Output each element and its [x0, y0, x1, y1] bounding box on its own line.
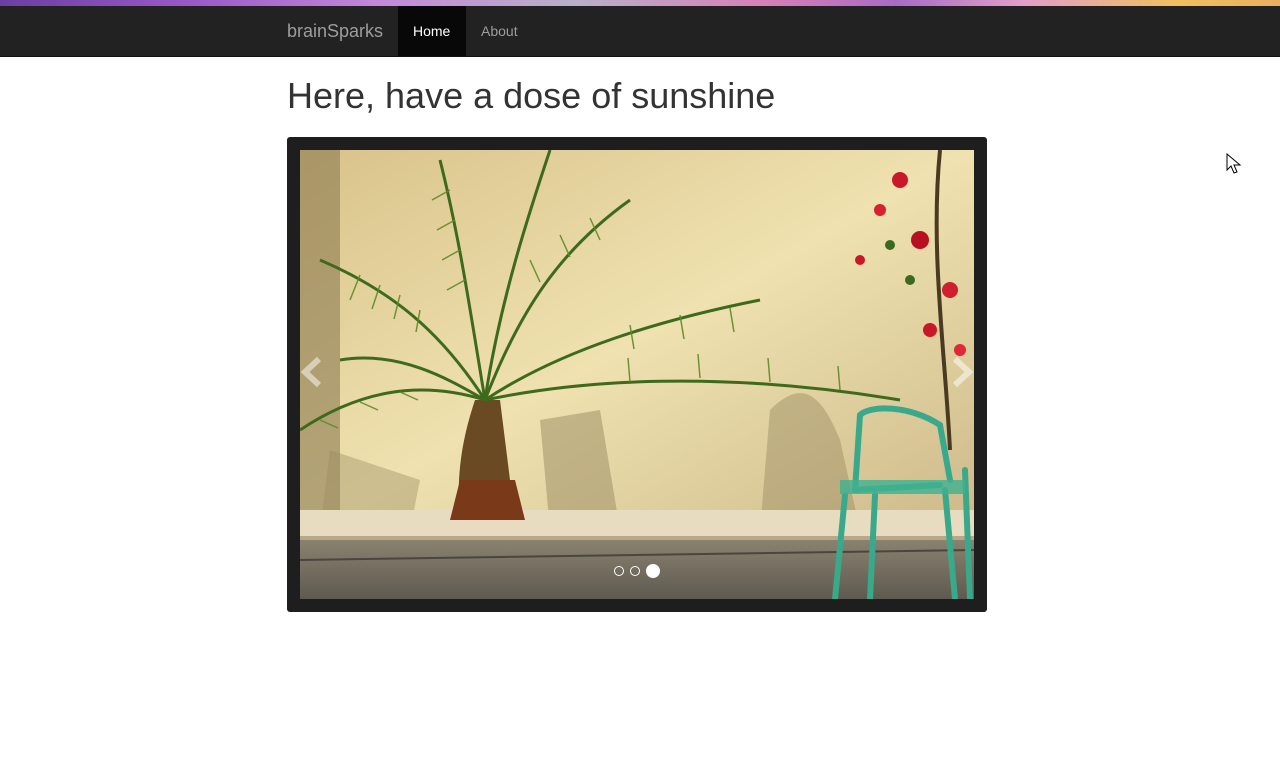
image-carousel [287, 137, 987, 612]
nav-home[interactable]: Home [398, 6, 466, 56]
carousel-indicator-2[interactable] [630, 566, 640, 576]
carousel-indicator-3[interactable] [646, 564, 660, 578]
mouse-cursor-icon [1226, 153, 1242, 174]
carousel-indicators [287, 564, 987, 578]
chevron-right-icon [952, 356, 974, 388]
carousel-slide-image [300, 150, 974, 599]
nav-about[interactable]: About [466, 6, 533, 56]
carousel-next-button[interactable] [939, 347, 979, 397]
brand-link[interactable]: brainSparks [287, 6, 383, 56]
navbar: brainSparks Home About [0, 6, 1280, 57]
page-title: Here, have a dose of sunshine [287, 75, 776, 116]
carousel-prev-button[interactable] [295, 347, 335, 397]
carousel-indicator-1[interactable] [614, 566, 624, 576]
chevron-left-icon [300, 356, 322, 388]
